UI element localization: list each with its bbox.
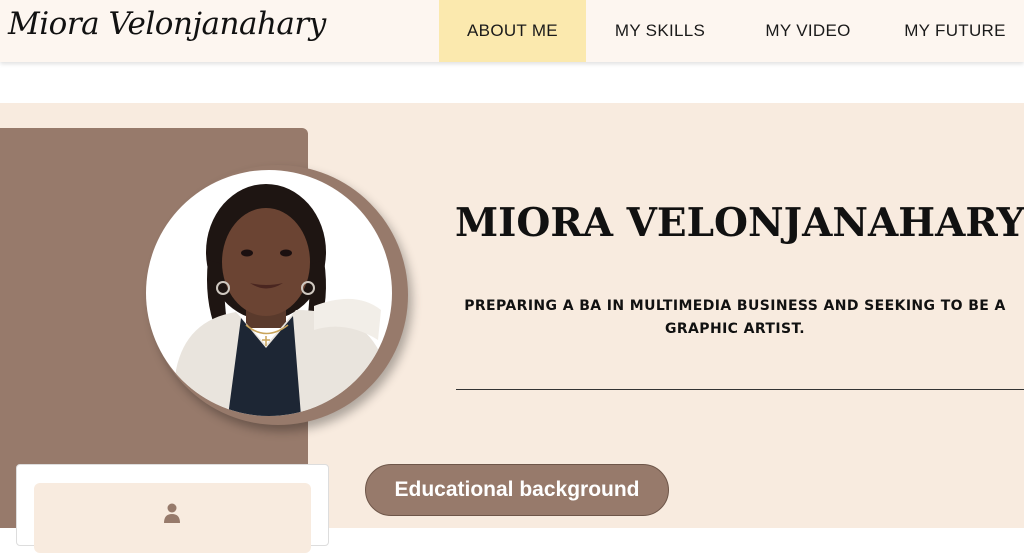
profile-card <box>16 464 329 553</box>
nav-my-video[interactable]: MY VIDEO <box>748 0 868 62</box>
profile-photo <box>146 170 392 416</box>
educational-background-button[interactable]: Educational background <box>365 464 669 516</box>
profile-card-inner <box>34 483 311 553</box>
portrait-illustration <box>176 184 386 416</box>
top-navbar: Miora Velonjanahary ABOUT ME MY SKILLS M… <box>0 0 1024 62</box>
user-icon <box>164 503 180 523</box>
profile-name: MIORA VELONJANAHARY <box>455 200 1024 246</box>
site-logo[interactable]: Miora Velonjanahary <box>8 6 326 42</box>
nav-my-skills[interactable]: MY SKILLS <box>595 0 725 62</box>
section-divider <box>456 389 1024 390</box>
nav-about-me[interactable]: ABOUT ME <box>439 0 586 62</box>
nav-my-future[interactable]: MY FUTURE <box>895 0 1015 62</box>
profile-tagline: PREPARING A BA IN MULTIMEDIA BUSINESS AN… <box>464 298 1006 337</box>
